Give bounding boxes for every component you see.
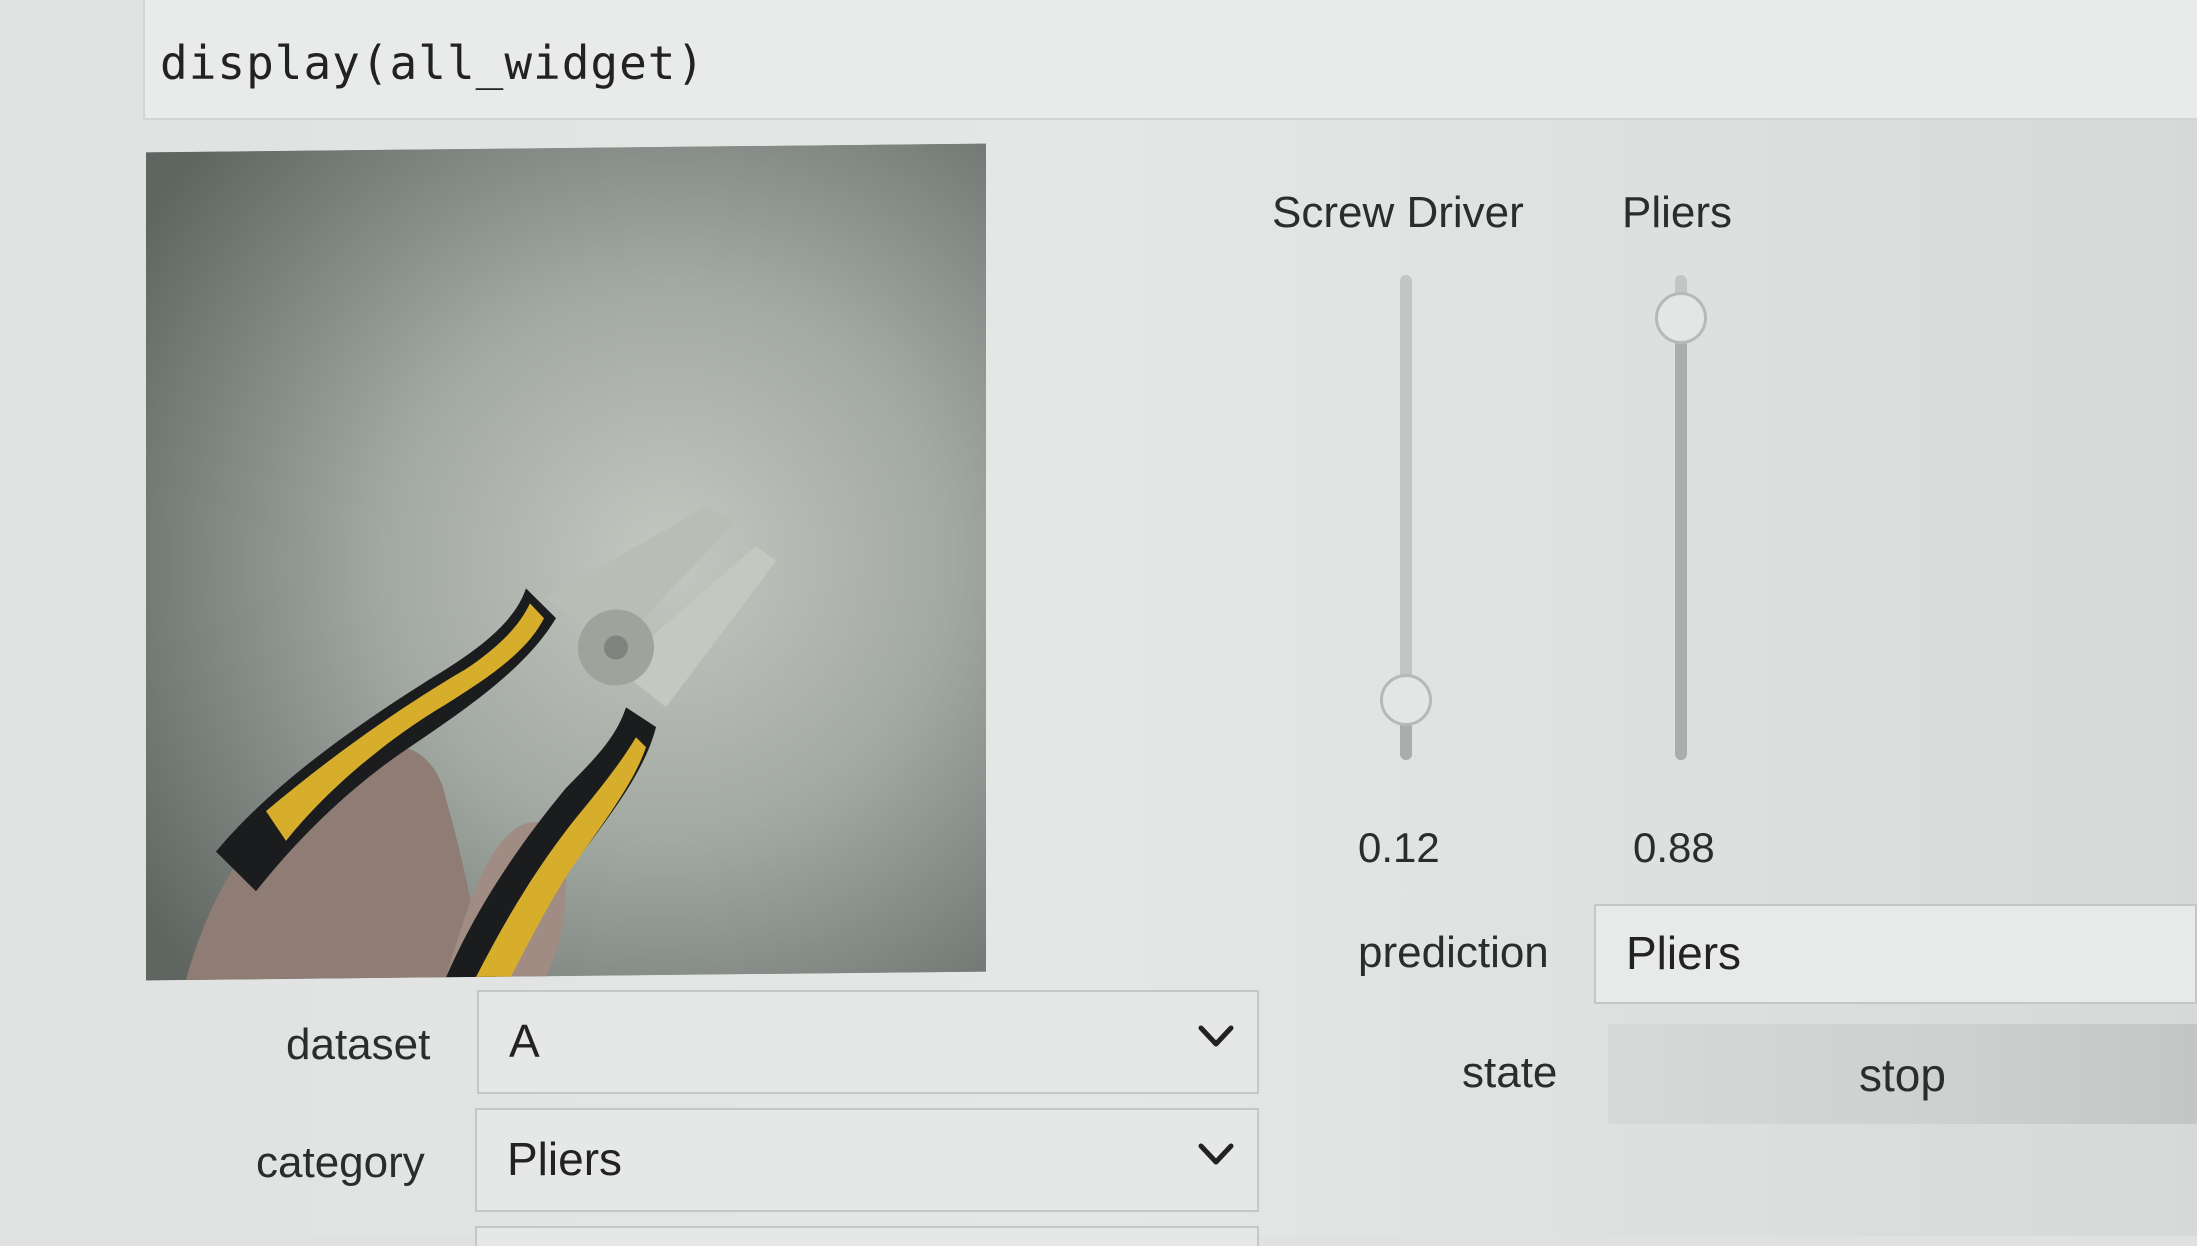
pliers-probability: 0.88 — [1633, 824, 1715, 871]
chevron-down-icon — [1198, 1025, 1234, 1047]
category-label: category — [256, 1138, 425, 1187]
prediction-field[interactable]: Pliers — [1594, 904, 2197, 1004]
dataset-value: A — [509, 1015, 540, 1067]
prediction-value: Pliers — [1626, 927, 1742, 979]
pliers-slider-fill — [1675, 310, 1687, 760]
pliers-slider-label: Pliers — [1622, 188, 1733, 237]
camera-image — [146, 143, 986, 981]
code-cell-source: display(all_widget) — [160, 36, 706, 90]
category-dropdown[interactable]: Pliers — [475, 1108, 1259, 1212]
next-widget-edge — [475, 1226, 1259, 1246]
chevron-down-icon — [1198, 1143, 1234, 1165]
prediction-label: prediction — [1358, 928, 1549, 977]
screw-driver-slider-handle[interactable] — [1380, 674, 1432, 726]
state-label: state — [1462, 1048, 1558, 1097]
pliers-slider-handle[interactable] — [1655, 292, 1707, 344]
screw-driver-slider-label: Screw Driver — [1272, 188, 1524, 237]
state-value: stop — [1859, 1049, 1946, 1101]
category-value: Pliers — [507, 1133, 623, 1185]
dataset-label: dataset — [286, 1020, 431, 1069]
dataset-dropdown[interactable]: A — [477, 990, 1259, 1094]
state-toggle-button[interactable]: stop — [1608, 1024, 2197, 1124]
screw-driver-probability: 0.12 — [1358, 824, 1440, 871]
